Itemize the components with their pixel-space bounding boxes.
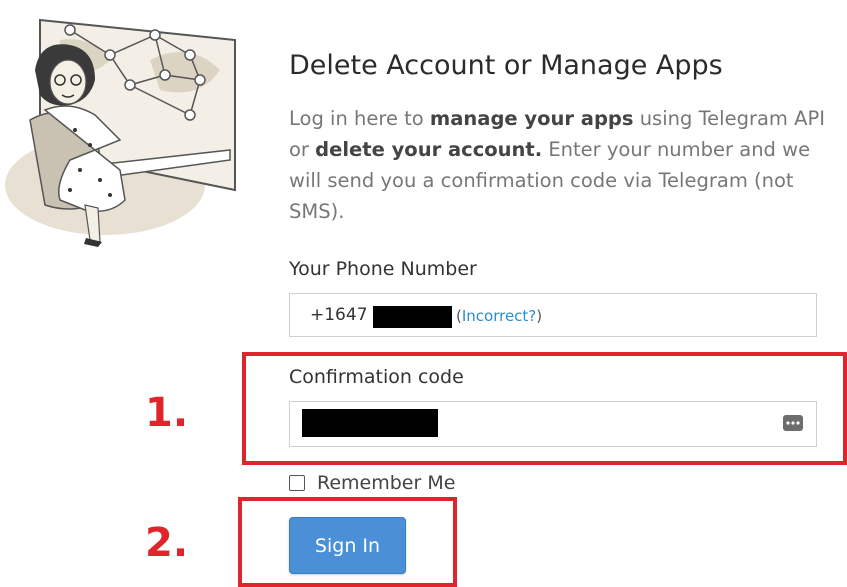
remember-me-label: Remember Me (317, 472, 456, 494)
phone-number-prefix: +1647 (310, 305, 368, 325)
step-number-2: 2. (145, 520, 189, 566)
incorrect-phone-hint: (Incorrect?) (456, 307, 543, 325)
telegram-illustration (5, 18, 236, 247)
remember-me-checkbox[interactable] (289, 475, 305, 491)
page-title: Delete Account or Manage Apps (289, 50, 723, 81)
step-number-1: 1. (145, 390, 189, 436)
remember-me-row[interactable]: Remember Me (289, 472, 455, 494)
highlight-box-step1 (242, 352, 847, 465)
phone-number-field[interactable]: +1647 (Incorrect?) (289, 293, 817, 337)
page-description: Log in here to manage your apps using Te… (289, 107, 825, 223)
highlight-box-step2 (238, 497, 457, 587)
incorrect-phone-link[interactable]: Incorrect? (462, 307, 536, 325)
phone-number-redaction (373, 306, 452, 328)
phone-number-label: Your Phone Number (289, 258, 477, 280)
